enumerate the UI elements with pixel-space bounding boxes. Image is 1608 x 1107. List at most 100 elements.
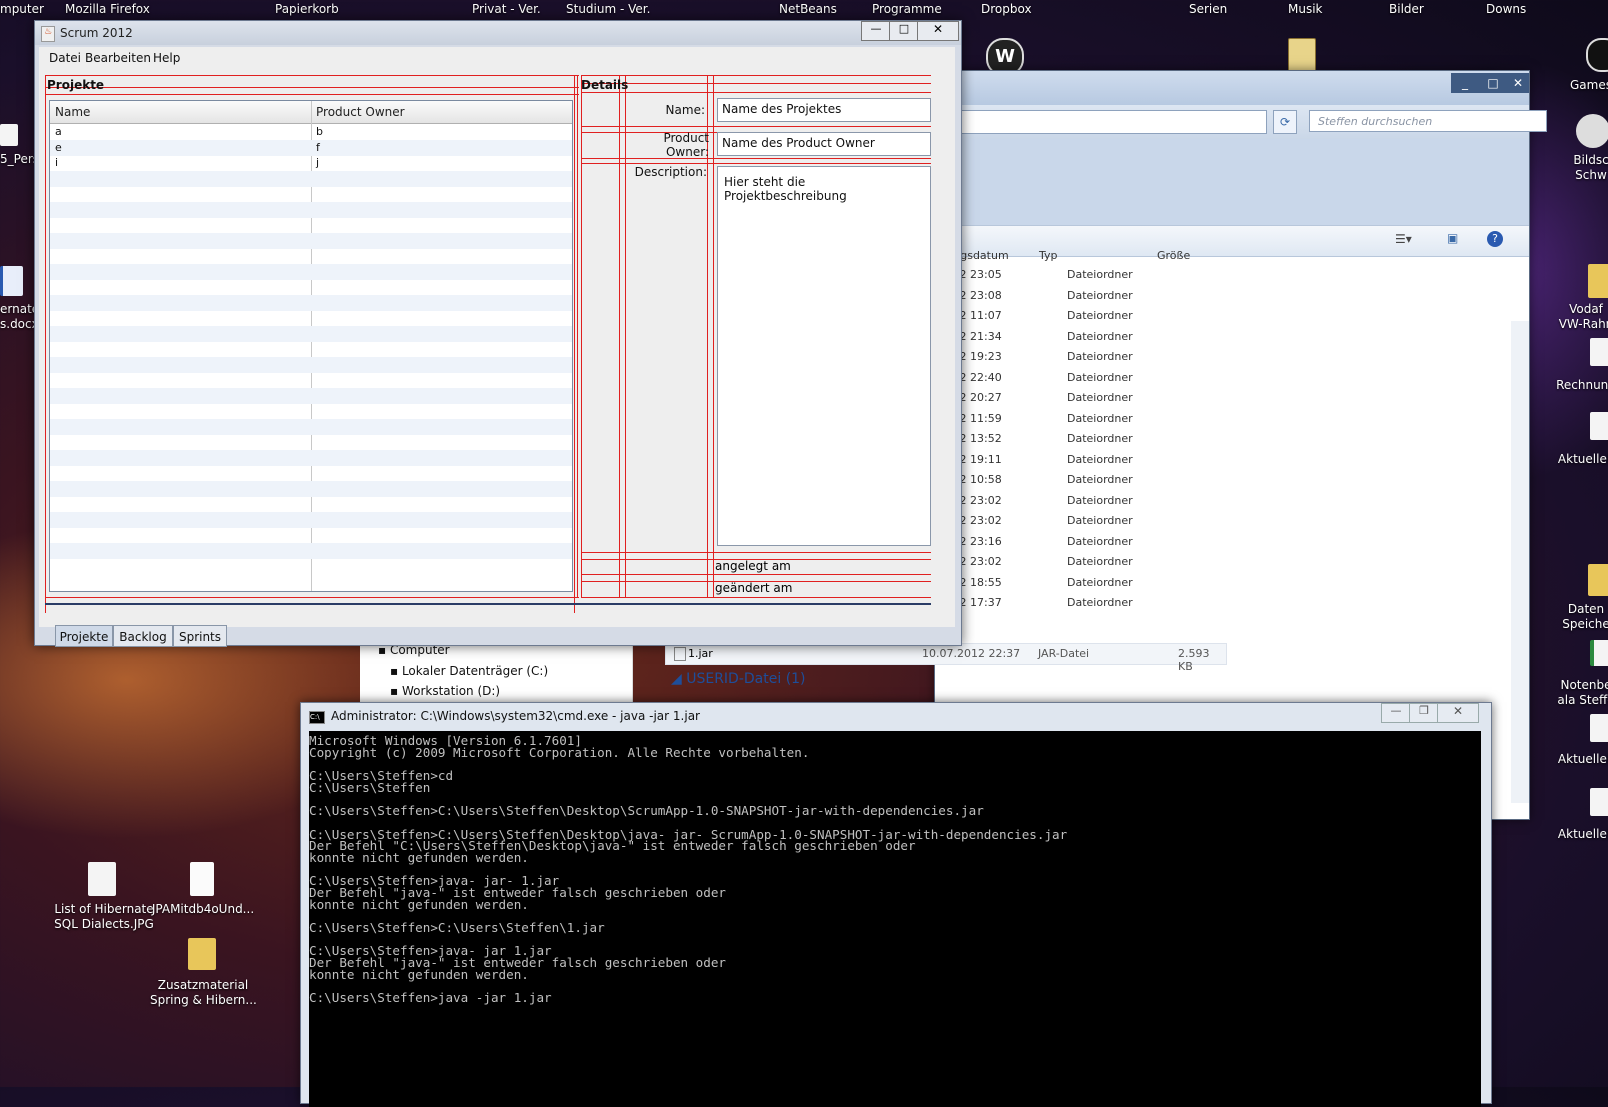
tab-projekte[interactable]: Projekte (55, 625, 113, 647)
table-row[interactable] (50, 310, 572, 326)
explorer-row[interactable]: .2012 20:27 Dateiordner (935, 388, 1529, 408)
explorer-row[interactable]: .2012 17:37 Dateiordner (935, 593, 1529, 613)
games-icon[interactable] (1586, 38, 1608, 72)
explorer-row[interactable]: .2012 22:40 Dateiordner (935, 368, 1529, 388)
zusatz-folder-icon[interactable] (188, 938, 216, 970)
table-row[interactable] (50, 186, 572, 202)
table-row[interactable] (50, 170, 572, 187)
nav-drive-c[interactable]: ▪ Lokaler Datenträger (C:) (390, 664, 548, 678)
table-row[interactable] (50, 542, 572, 559)
column-header-size[interactable]: Größe (1157, 249, 1190, 262)
column-header-type[interactable]: Typ (1039, 249, 1058, 262)
table-row[interactable] (50, 372, 572, 388)
desktop-label-studium[interactable]: Studium - Ver. (566, 2, 650, 16)
desktop-label-computer[interactable]: mputer (0, 2, 44, 16)
desktop-label-papierkorb[interactable]: Papierkorb (275, 2, 339, 16)
hibernate-jpg-icon[interactable] (88, 862, 116, 896)
help-icon[interactable]: ? (1487, 231, 1503, 247)
desktop-label-firefox[interactable]: Mozilla Firefox (65, 2, 150, 16)
explorer-row[interactable]: .2012 23:02 Dateiordner (935, 552, 1529, 572)
table-row[interactable] (50, 201, 572, 218)
table-row[interactable] (50, 449, 572, 466)
music-folder-icon[interactable] (1288, 38, 1316, 72)
table-row[interactable] (50, 418, 572, 435)
cmd-console-output[interactable]: Microsoft Windows [Version 6.1.7601] Copy… (309, 731, 1481, 1107)
table-row[interactable] (50, 294, 572, 311)
explorer-maximize-button[interactable]: □ (1479, 73, 1507, 93)
desktop-label-programme[interactable]: Programme (872, 2, 942, 16)
explorer-row[interactable]: .2012 19:11 Dateiordner (935, 450, 1529, 470)
bildschirm-icon[interactable] (1576, 114, 1608, 148)
description-textarea[interactable]: Hier steht die Projektbeschreibung (717, 166, 931, 546)
hibernate-docx-icon[interactable] (0, 266, 23, 296)
table-row[interactable] (50, 263, 572, 280)
table-row[interactable] (50, 465, 572, 481)
explorer-row[interactable]: .2012 23:02 Dateiordner (935, 491, 1529, 511)
jar-file-row[interactable]: 1.jar 10.07.2012 22:37 JAR-Datei 2.593 K… (665, 643, 1227, 673)
tab-sprints[interactable]: Sprints (173, 625, 227, 647)
vodafone-folder-icon[interactable] (1588, 264, 1608, 298)
table-row[interactable] (50, 496, 572, 512)
header-product-owner[interactable]: Product Owner (316, 105, 405, 119)
table-row[interactable] (50, 248, 572, 264)
jpamit-doc-icon[interactable] (190, 862, 214, 896)
table-row[interactable] (50, 341, 572, 357)
table-row[interactable] (50, 403, 572, 419)
scrum-close-button[interactable]: ✕ (917, 21, 959, 41)
explorer-row[interactable]: .2012 23:02 Dateiordner (935, 511, 1529, 531)
cmd-restore-button[interactable]: ❐ (1409, 703, 1439, 723)
desktop-label-netbeans[interactable]: NetBeans (779, 2, 837, 16)
table-row[interactable] (50, 511, 572, 528)
view-options-icon[interactable]: ☰▾ (1395, 232, 1412, 246)
rechnung-doc-icon[interactable] (1590, 338, 1608, 366)
menu-datei[interactable]: Datei (49, 51, 81, 65)
table-row[interactable] (50, 232, 572, 249)
explorer-row[interactable]: .2012 23:05 Dateiordner (935, 265, 1529, 285)
table-row[interactable] (50, 356, 572, 373)
product-owner-field[interactable]: Name des Product Owner (717, 132, 931, 156)
desktop-label-bilder[interactable]: Bilder (1389, 2, 1424, 16)
table-row[interactable] (50, 387, 572, 404)
scrum-maximize-button[interactable]: □ (889, 21, 919, 41)
explorer-row[interactable]: .2012 19:23 Dateiordner (935, 347, 1529, 367)
cmd-close-button[interactable]: ✕ (1437, 703, 1479, 723)
preview-pane-icon[interactable]: ▣ (1447, 231, 1458, 245)
table-row[interactable] (50, 434, 572, 450)
aktuelle-doc-icon-2[interactable] (1590, 714, 1608, 742)
explorer-search-input[interactable]: Steffen durchsuchen (1309, 110, 1547, 132)
aktuelle-doc-icon-1[interactable] (1590, 412, 1608, 440)
explorer-row[interactable]: .2012 21:34 Dateiordner (935, 327, 1529, 347)
explorer-row[interactable]: .2012 23:16 Dateiordner (935, 532, 1529, 552)
notenbe-excel-icon[interactable] (1590, 640, 1608, 666)
desktop-label-privat[interactable]: Privat - Ver. (472, 2, 541, 16)
table-row[interactable] (50, 558, 572, 574)
table-row[interactable]: ab (50, 124, 572, 140)
pers-doc-icon[interactable] (0, 124, 18, 146)
explorer-row[interactable]: .2012 13:52 Dateiordner (935, 429, 1529, 449)
explorer-row[interactable]: .2012 18:55 Dateiordner (935, 573, 1529, 593)
explorer-address-input[interactable] (935, 110, 1267, 134)
scrum-minimize-button[interactable]: — (861, 21, 891, 41)
tab-backlog[interactable]: Backlog (113, 625, 173, 647)
desktop-label-musik[interactable]: Musik (1288, 2, 1323, 16)
aktuelle-doc-icon-3[interactable] (1590, 788, 1608, 816)
table-row[interactable] (50, 279, 572, 295)
table-row[interactable] (50, 527, 572, 543)
menu-help[interactable]: Help (153, 51, 180, 65)
explorer-row[interactable]: .2012 11:07 Dateiordner (935, 306, 1529, 326)
nav-drive-d[interactable]: ▪ Workstation (D:) (390, 684, 500, 698)
table-row[interactable]: ij (50, 155, 572, 171)
header-name[interactable]: Name (55, 105, 90, 119)
cmd-minimize-button[interactable]: — (1381, 703, 1411, 723)
daten-folder-icon[interactable] (1588, 564, 1608, 596)
desktop-label-serien[interactable]: Serien (1189, 2, 1227, 16)
explorer-close-button[interactable]: ✕ (1507, 73, 1529, 93)
table-row[interactable] (50, 325, 572, 342)
userid-group-header[interactable]: ◢ USERID-Datei (1) (671, 671, 806, 687)
explorer-minimize-button[interactable]: _ (1451, 73, 1479, 93)
explorer-row[interactable]: .2012 23:08 Dateiordner (935, 286, 1529, 306)
explorer-row[interactable]: .2012 11:59 Dateiordner (935, 409, 1529, 429)
table-row[interactable] (50, 217, 572, 233)
table-row[interactable] (50, 480, 572, 497)
desktop-label-dropbox[interactable]: Dropbox (981, 2, 1032, 16)
